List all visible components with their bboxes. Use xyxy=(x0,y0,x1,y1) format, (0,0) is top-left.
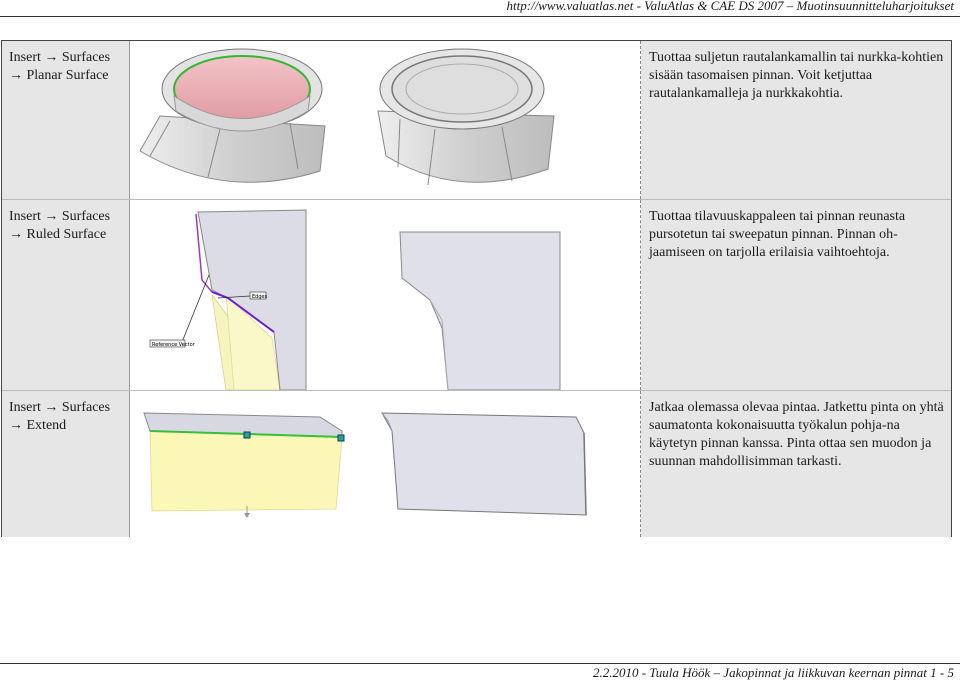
description-text: Jatkaa olemassa olevaa pintaa. Jatkettu … xyxy=(649,400,944,469)
menu-path: Insert → Surfaces → Ruled Surface xyxy=(9,208,110,244)
menu-path: Insert → Surfaces → Planar Surface xyxy=(9,49,110,85)
footer-text: 2.2.2010 - Tuula Höök – Jakopinnat ja li… xyxy=(592,665,954,680)
extend-illustration xyxy=(143,412,587,518)
description-cell: Tuottaa suljetun rautalankamallin tai nu… xyxy=(641,41,951,199)
image-cell xyxy=(130,41,641,199)
image-cell xyxy=(130,391,641,537)
footer-rule xyxy=(0,663,960,664)
commands-table: Insert → Surfaces → Planar Surface Tuott… xyxy=(1,40,952,537)
menu-path-line: Insert → Surfaces xyxy=(9,50,111,65)
menu-cell: Insert → Surfaces → Extend xyxy=(2,391,130,537)
menu-cell: Insert → Surfaces → Ruled Surface xyxy=(2,200,130,390)
table-row: Insert → Surfaces → Extend Jatkaa olemas… xyxy=(2,391,951,537)
ruled-surface-illustration: Reference Vector Edges xyxy=(149,209,561,390)
description-text: Tuottaa tilavuuskappaleen tai pinnan reu… xyxy=(649,209,906,260)
description-text: Tuottaa suljetun rautalankamallin tai nu… xyxy=(649,50,944,101)
image-cell: Reference Vector Edges xyxy=(130,200,641,390)
menu-path-line: Insert → Surfaces xyxy=(9,209,111,224)
menu-cell: Insert → Surfaces → Planar Surface xyxy=(2,41,130,199)
page-header: http://www.valuatlas.net - ValuAtlas & C… xyxy=(0,0,960,17)
header-rule xyxy=(0,16,960,17)
menu-path-line: → Planar Surface xyxy=(9,68,109,83)
menu-path-line: → Ruled Surface xyxy=(9,227,107,242)
callout-reference-vector: Reference Vector xyxy=(152,342,196,348)
table-row: Insert → Surfaces → Planar Surface Tuott… xyxy=(2,41,951,199)
planar-surface-illustration xyxy=(139,48,555,186)
header-text: http://www.valuatlas.net - ValuAtlas & C… xyxy=(506,0,954,13)
callout-edges: Edges xyxy=(252,294,268,300)
table-row: Insert → Surfaces → Ruled Surface Refere… xyxy=(2,200,951,390)
menu-path-line: → Extend xyxy=(9,418,67,433)
menu-path: Insert → Surfaces → Extend xyxy=(9,399,110,435)
description-cell: Tuottaa tilavuuskappaleen tai pinnan reu… xyxy=(641,200,951,390)
menu-path-line: Insert → Surfaces xyxy=(9,400,111,415)
description-cell: Jatkaa olemassa olevaa pintaa. Jatkettu … xyxy=(641,391,951,537)
